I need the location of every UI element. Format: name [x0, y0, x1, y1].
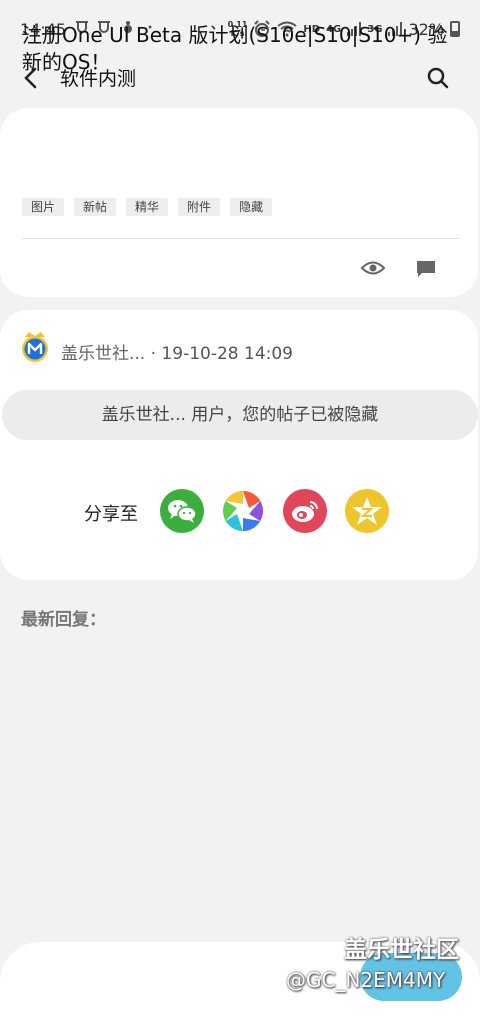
- avatar[interactable]: [19, 331, 51, 363]
- share-qzone-button[interactable]: [345, 489, 389, 533]
- tag-attachment: 附件: [178, 198, 221, 216]
- post-timestamp: · 19-10-28 14:09: [150, 344, 293, 364]
- wechat-icon: [168, 500, 197, 523]
- tag-hidden: 隐藏: [230, 198, 273, 216]
- post-title: 注册One UI Beta 版计划(S10e|S10|S10+) 验新的OS！: [22, 23, 448, 74]
- watermark-user: @GC_N2EM4MY: [286, 968, 446, 992]
- watermark-forum: 盖乐世社区: [344, 937, 459, 963]
- latest-replies-heading: 最新回复：: [21, 610, 106, 630]
- hidden-post-notice: 盖乐世社... 用户，您的帖子已被隐藏: [2, 390, 478, 440]
- author-name[interactable]: 盖乐世社...: [61, 344, 145, 364]
- share-wechat-button[interactable]: [160, 489, 204, 533]
- share-moments-button[interactable]: [221, 489, 265, 533]
- title-divider: [22, 238, 460, 239]
- tag-featured: 精华: [126, 198, 169, 216]
- moments-icon: [223, 491, 263, 531]
- weibo-icon: [292, 501, 318, 522]
- share-label: 分享至: [84, 504, 138, 525]
- author-line: 盖乐世社... · 19-10-28 14:09: [61, 339, 293, 364]
- eye-icon[interactable]: [360, 257, 386, 279]
- post-tags: 图片 新帖 精华 附件 隐藏: [22, 198, 273, 216]
- comment-icon[interactable]: [415, 258, 437, 280]
- share-weibo-button[interactable]: [283, 489, 327, 533]
- tag-images: 图片: [22, 198, 65, 216]
- tag-new: 新帖: [74, 198, 117, 216]
- qzone-icon: [352, 497, 382, 525]
